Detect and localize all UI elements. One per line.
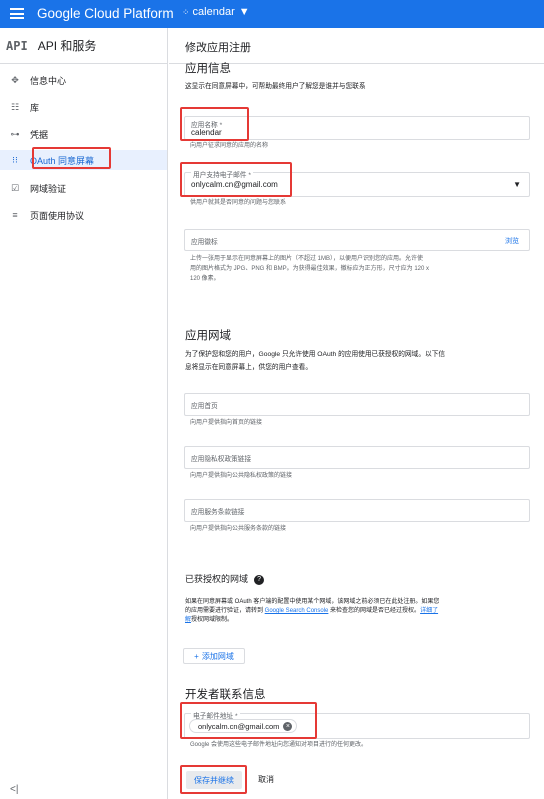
app-homepage-hint: 向用户提供指向首页的链接 bbox=[190, 420, 263, 426]
sidebar-item-label: 库 bbox=[30, 102, 40, 113]
app-domain-heading: 应用网域 bbox=[185, 330, 231, 342]
sidebar-item-page-usage[interactable]: ≡ 页面使用协议 bbox=[0, 205, 167, 225]
domain-verify-icon: ☑ bbox=[10, 182, 20, 193]
app-info-heading: 应用信息 bbox=[185, 63, 231, 75]
privacy-policy-hint: 向用户提供指向公共隐私权政策的链接 bbox=[190, 473, 293, 479]
learn-more-link[interactable]: 详细了 bbox=[420, 608, 438, 614]
sidebar-item-dashboard[interactable]: ✥ 信息中心 bbox=[0, 70, 167, 90]
consent-icon: ⁝⁝ bbox=[12, 154, 18, 165]
terms-of-service-hint: 向用户提供指向公共服务条款的链接 bbox=[190, 526, 287, 532]
sidebar-item-label: 信息中心 bbox=[30, 75, 67, 86]
authorized-text-3b: 授权网域限制。 bbox=[191, 617, 234, 623]
app-homepage-label: 应用首页 bbox=[191, 403, 218, 410]
hamburger-menu-icon[interactable] bbox=[10, 8, 24, 19]
highlight-box bbox=[180, 107, 249, 141]
sidebar-title: API 和服务 bbox=[37, 39, 97, 53]
terms-of-service-field[interactable]: 应用服务条款链接 bbox=[184, 499, 530, 522]
authorized-domains-title: 已获授权的网域 bbox=[185, 574, 249, 584]
authorized-domains-heading: 已获授权的网域? bbox=[185, 572, 265, 585]
support-email-hint: 供用户就其是否同意的问题与您联系 bbox=[190, 200, 287, 206]
sidebar-item-credentials[interactable]: ⊶ 凭据 bbox=[0, 124, 167, 144]
page-usage-icon: ≡ bbox=[12, 210, 18, 220]
authorized-text-2b: 来检查您的网域是否已经过授权。 bbox=[328, 608, 421, 614]
page-title: 修改应用注册 bbox=[185, 42, 251, 54]
app-homepage-field[interactable]: 应用首页 bbox=[184, 393, 530, 416]
search-console-link[interactable]: Google Search Console bbox=[265, 608, 329, 614]
privacy-policy-label: 应用隐私权政策链接 bbox=[191, 456, 252, 463]
page-header: 修改应用注册 bbox=[169, 28, 544, 64]
app-name-hint: 向用户征求同意的应用的名称 bbox=[190, 143, 269, 149]
sidebar-item-domain-verification[interactable]: ☑ 网域验证 bbox=[0, 178, 167, 198]
plus-icon: + bbox=[194, 651, 199, 661]
privacy-policy-field[interactable]: 应用隐私权政策链接 bbox=[184, 446, 530, 469]
app-domain-desc-2: 息将显示在同意屏幕上，供您的用户查看。 bbox=[185, 364, 313, 371]
app-logo-label: 应用徽标 bbox=[191, 239, 218, 246]
authorized-text-1: 如果在同意屏幕或 OAuth 客户端的配置中使用某个网域，该网域之前必须已在此处… bbox=[185, 599, 440, 605]
sidebar-item-library[interactable]: ☷ 库 bbox=[0, 97, 167, 117]
authorized-text-3: 解授权网域限制。 bbox=[185, 616, 233, 625]
key-icon: ⊶ bbox=[10, 128, 20, 139]
api-logo: API bbox=[6, 38, 28, 53]
sidebar-header: API API 和服务 bbox=[0, 28, 167, 64]
highlight-box bbox=[180, 702, 317, 739]
developer-email-hint: Google 会使用这些电子邮件地址向您通知对项目进行的任何更改。 bbox=[190, 742, 368, 748]
dashboard-icon: ✥ bbox=[11, 74, 19, 85]
sidebar-item-label: 页面使用协议 bbox=[30, 210, 85, 221]
brand-title[interactable]: Google Cloud Platform bbox=[37, 6, 174, 21]
app-logo-hint-3: 120 像素。 bbox=[190, 276, 220, 282]
browse-button[interactable]: 浏览 bbox=[505, 236, 519, 246]
project-selector[interactable]: ⁘ calendar ▼ bbox=[182, 6, 250, 18]
help-icon[interactable]: ? bbox=[254, 575, 265, 585]
cancel-button[interactable]: 取消 bbox=[258, 774, 274, 785]
authorized-text-2: 的应用需要进行验证，请转到 Google Search Console 来检查您… bbox=[185, 607, 438, 616]
chevron-down-icon: ▼ bbox=[238, 6, 250, 18]
project-name: calendar bbox=[192, 6, 235, 18]
authorized-text-2a: 的应用需要进行验证，请转到 bbox=[185, 608, 265, 614]
app-logo-field[interactable]: 应用徽标 浏览 bbox=[184, 229, 530, 251]
highlight-box bbox=[32, 147, 111, 169]
sidebar: API API 和服务 ✥ 信息中心 ☷ 库 ⊶ 凭据 ⁝⁝ OAuth 同意屏… bbox=[0, 28, 168, 799]
app-logo-hint-1: 上传一张用于显示在同意屏幕上的图片（不超过 1MB），以便用户识别您的应用。允许… bbox=[190, 256, 424, 262]
add-domain-label: 添加网域 bbox=[201, 651, 234, 661]
collapse-sidebar-icon[interactable]: <| bbox=[10, 784, 18, 795]
project-dots-icon: ⁘ bbox=[182, 6, 189, 17]
app-logo-hint-2: 用的图片格式为 JPG、PNG 和 BMP。为获得最佳效果，徽标应为正方形，尺寸… bbox=[190, 266, 430, 272]
developer-contact-heading: 开发者联系信息 bbox=[185, 689, 266, 701]
library-icon: ☷ bbox=[10, 101, 20, 112]
chevron-down-icon: ▼ bbox=[513, 180, 521, 189]
top-app-bar: Google Cloud Platform ⁘ calendar ▼ bbox=[0, 0, 544, 28]
sidebar-item-label: 凭据 bbox=[30, 129, 49, 140]
add-domain-button[interactable]: + 添加网域 bbox=[183, 648, 245, 664]
app-domain-desc-1: 为了保护您和您的用户，Google 只允许使用 OAuth 的应用使用已获授权的… bbox=[185, 351, 446, 358]
highlight-box bbox=[180, 162, 292, 197]
highlight-box bbox=[180, 765, 247, 794]
sidebar-item-label: 网域验证 bbox=[30, 183, 67, 194]
app-info-desc: 这显示在同意屏幕中，可帮助最终用户了解您是谁并与您联系 bbox=[185, 83, 366, 90]
terms-of-service-label: 应用服务条款链接 bbox=[191, 509, 245, 516]
